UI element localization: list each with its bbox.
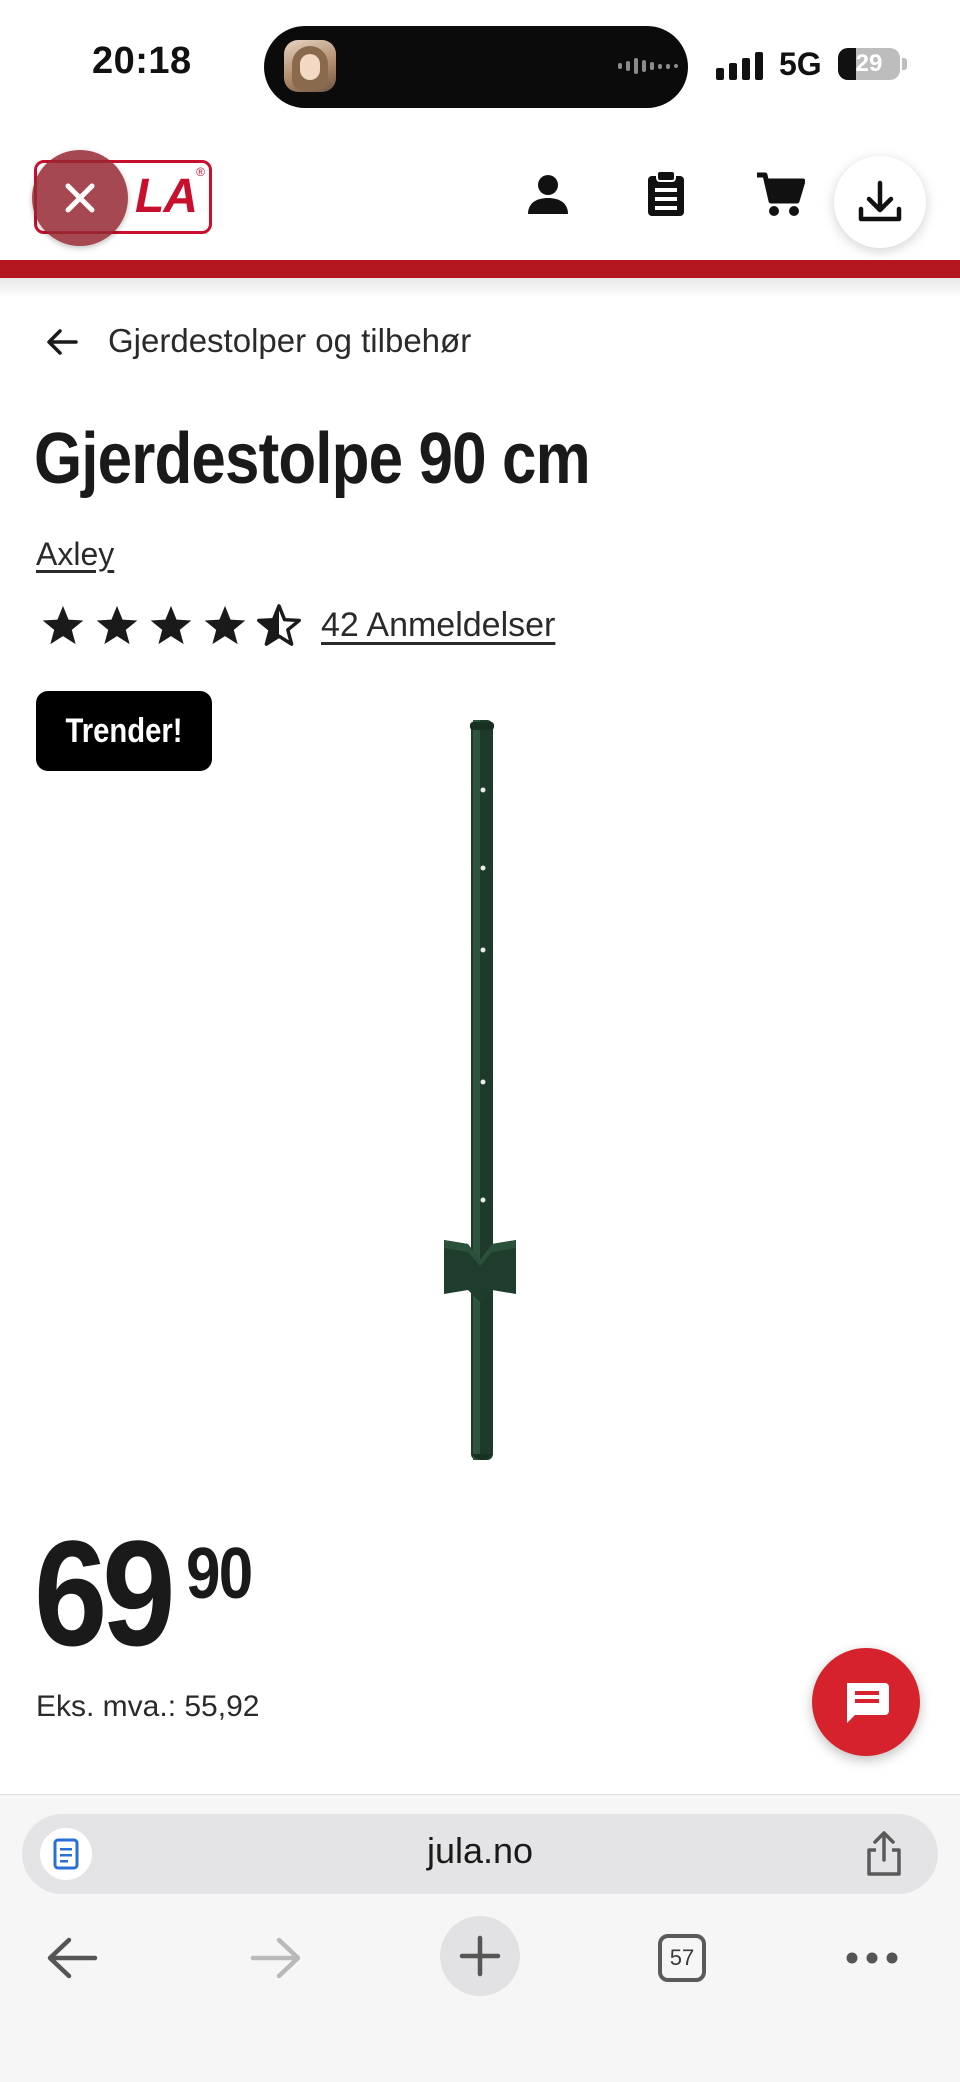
account-button[interactable] (522, 168, 574, 220)
price-integer: 69 (34, 1509, 176, 1677)
more-icon (846, 1952, 898, 1964)
trending-badge-label: Trender! (65, 711, 183, 750)
star-full-icon (204, 605, 246, 645)
url-text[interactable]: jula.no (300, 1830, 660, 1872)
tabs-button[interactable]: 57 (658, 1934, 706, 1982)
reviews-link[interactable]: 42 Anmeldelser (321, 606, 555, 645)
battery-icon: 29 (838, 48, 900, 80)
battery-level: 29 (855, 50, 883, 77)
download-button[interactable] (834, 156, 926, 248)
status-time: 20:18 (92, 40, 192, 82)
account-icon (528, 175, 568, 214)
browser-back-button[interactable] (32, 1918, 112, 1998)
back-arrow-icon[interactable] (44, 324, 80, 360)
download-icon (858, 180, 902, 222)
cart-button[interactable] (754, 168, 806, 220)
audio-wave-icon (618, 58, 678, 74)
product-title: Gjerdestolpe 90 cm (34, 419, 591, 499)
star-half-icon (257, 604, 301, 646)
star-full-icon (42, 605, 84, 645)
chat-icon (847, 1683, 889, 1723)
battery-cap (902, 58, 907, 70)
chat-button[interactable] (812, 1648, 920, 1756)
shopping-list-icon (648, 170, 684, 216)
trending-badge: Trender! (36, 691, 212, 771)
rating-stars[interactable] (40, 604, 302, 648)
browser-forward-button[interactable] (236, 1918, 316, 1998)
price-decimal: 90 (186, 1534, 253, 1614)
close-icon (65, 183, 95, 213)
header-accent-bar (0, 260, 960, 278)
close-button[interactable] (32, 150, 128, 246)
more-options-button[interactable] (832, 1918, 912, 1998)
header-shadow (0, 278, 960, 298)
cart-icon (757, 172, 805, 216)
product-image[interactable] (440, 718, 520, 1464)
star-full-icon (96, 605, 138, 645)
price-excl-vat: Eks. mva.: 55,92 (36, 1690, 260, 1723)
breadcrumb-link[interactable]: Gjerdestolper og tilbehør (108, 322, 471, 360)
shopping-list-button[interactable] (640, 168, 692, 220)
logo-registered-mark: ® (196, 165, 205, 179)
plus-icon (459, 1935, 501, 1977)
live-activity-avatar (284, 40, 336, 92)
forward-icon (250, 1937, 301, 1979)
brand-link[interactable]: Axley (36, 536, 114, 573)
page-menu-button[interactable] (40, 1828, 92, 1880)
logo-text: LA (135, 170, 198, 223)
page-icon (53, 1838, 79, 1870)
cell-signal-icon (716, 52, 763, 80)
back-icon (47, 1937, 98, 1979)
new-tab-button[interactable] (440, 1916, 520, 1996)
star-full-icon (150, 605, 192, 645)
network-type: 5G (779, 46, 822, 82)
share-icon[interactable] (862, 1830, 906, 1878)
